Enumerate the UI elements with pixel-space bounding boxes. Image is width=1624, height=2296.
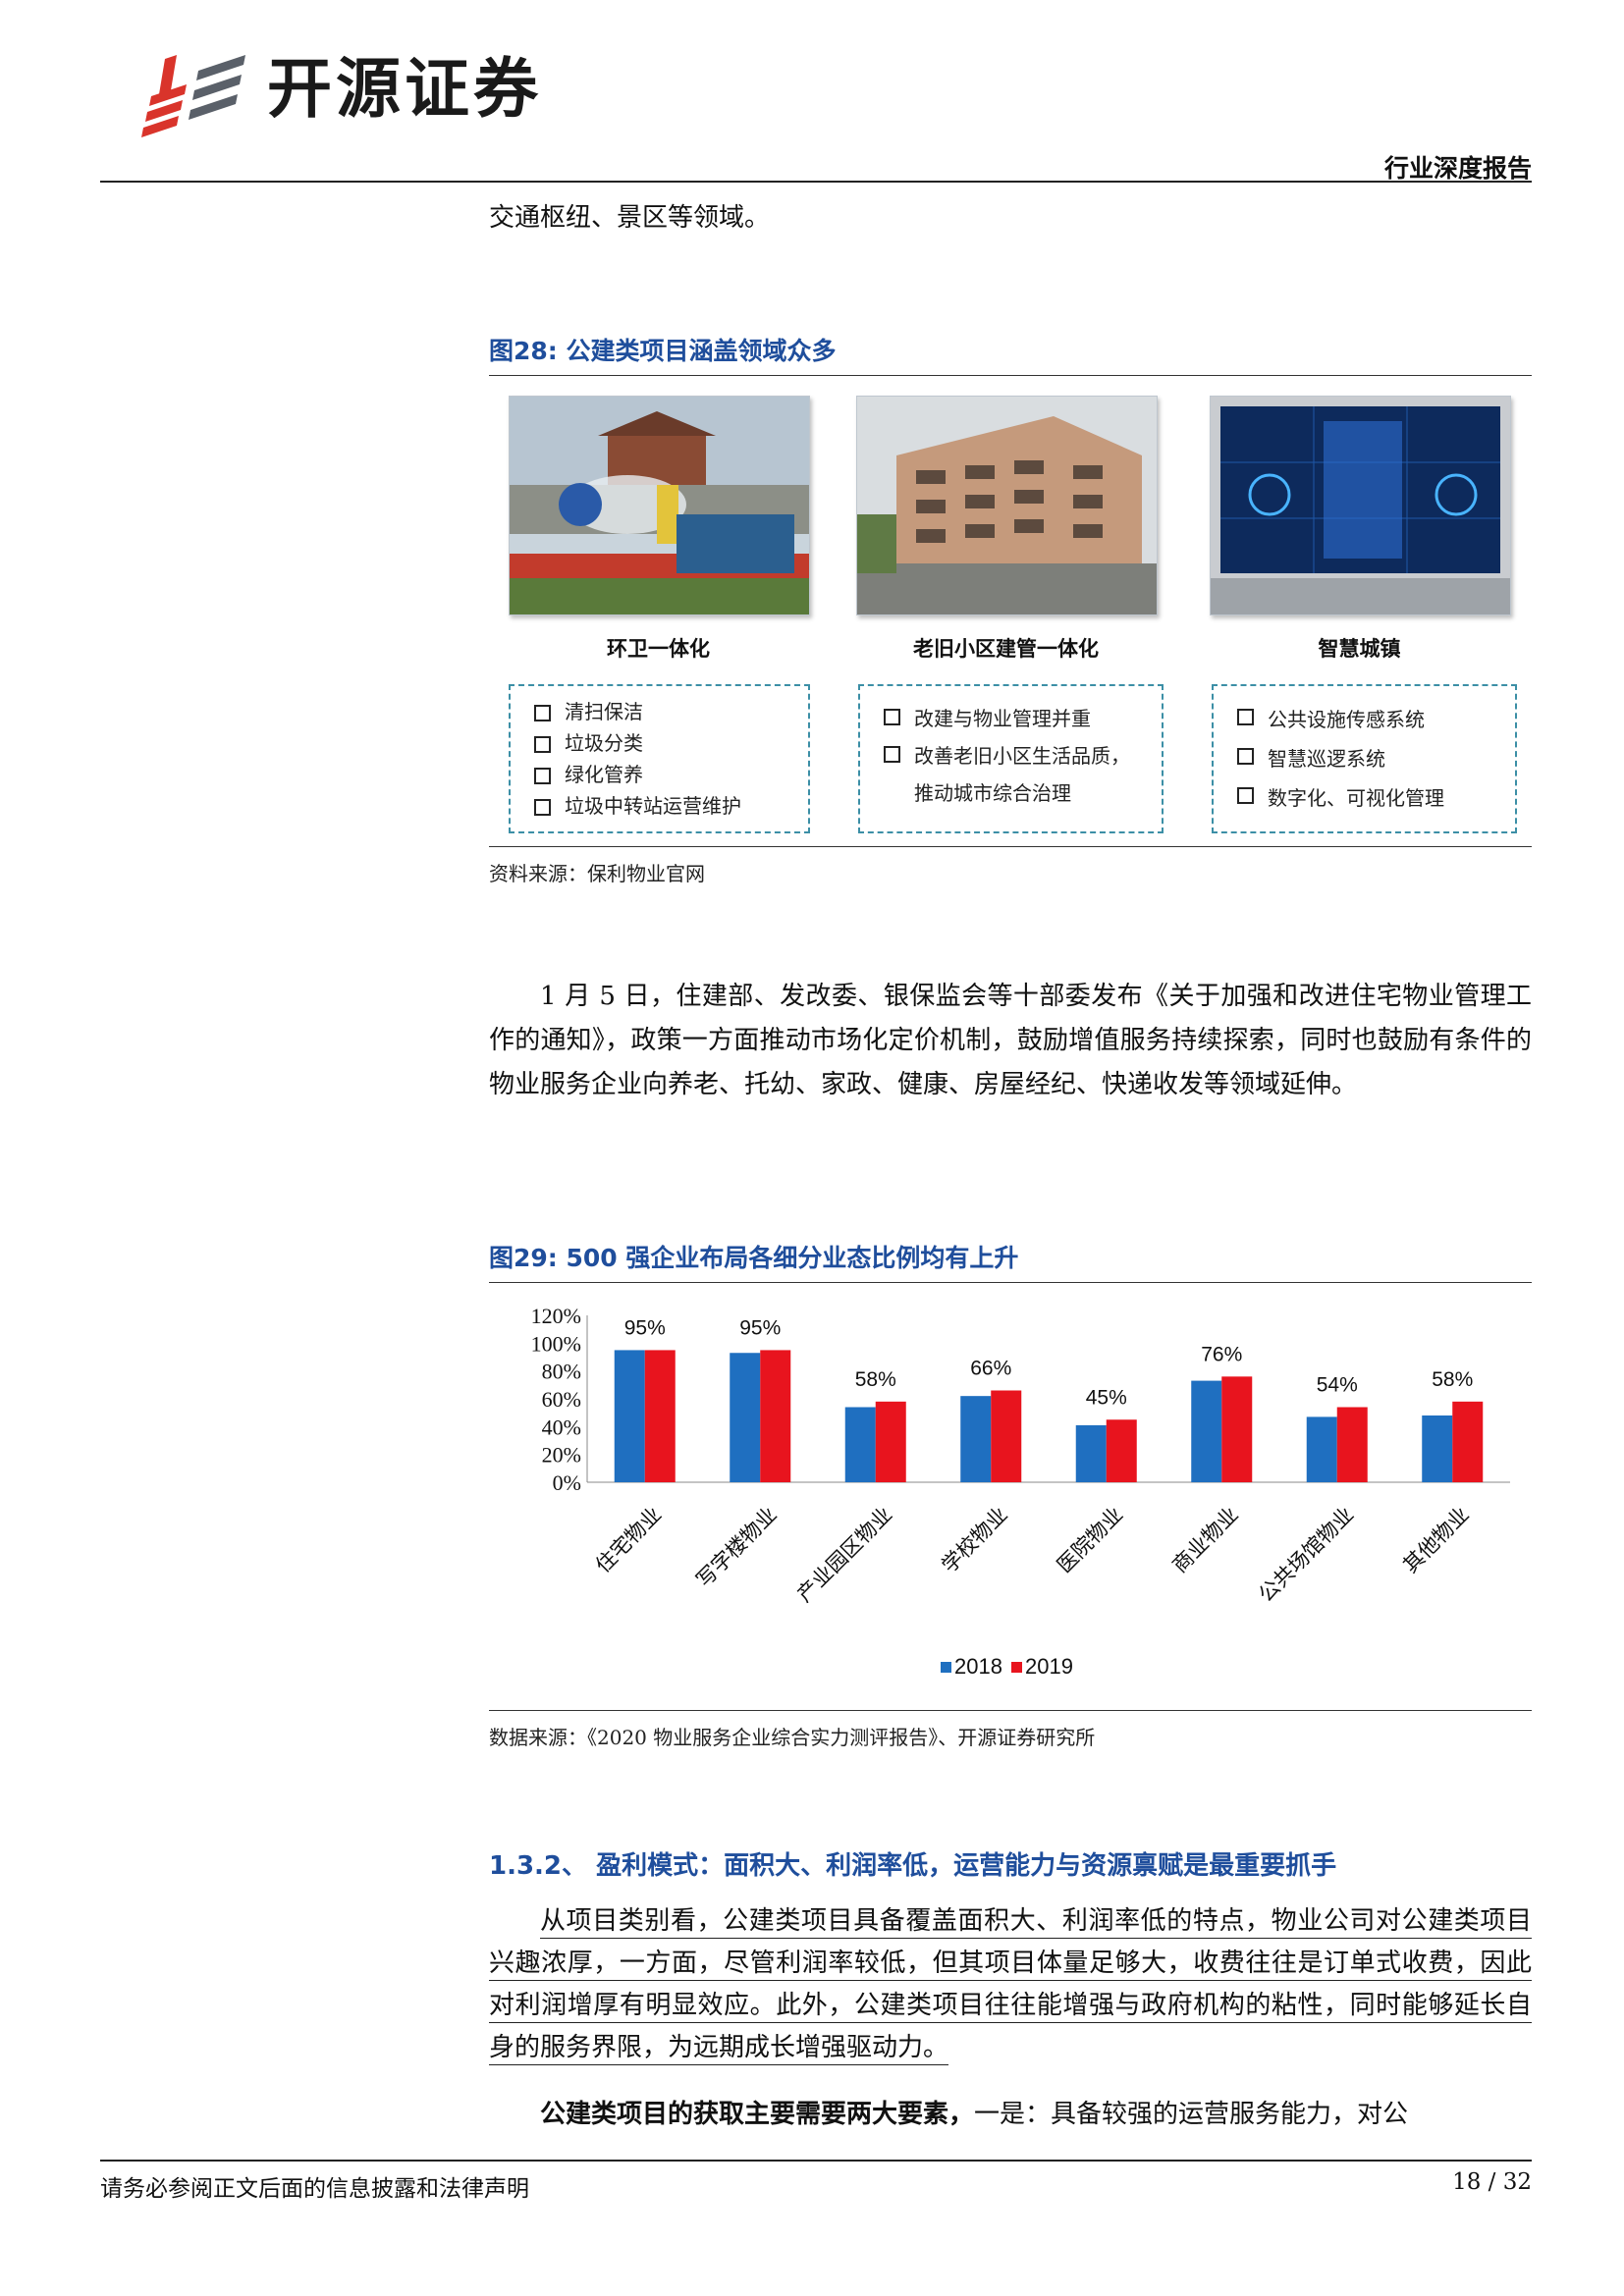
panel3-box: 公共设施传感系统 智慧巡逻系统 数字化、可视化管理 [1212, 684, 1517, 833]
smart-city-photo [1210, 396, 1511, 615]
y-tick-label: 0% [553, 1470, 581, 1495]
x-tick-label: 公共场馆物业 [1254, 1503, 1358, 1607]
y-tick-label: 100% [531, 1331, 581, 1356]
panel2-caption: 老旧小区建管一体化 [913, 637, 1099, 661]
figure29-rule [489, 1282, 1532, 1283]
checkbox-icon [884, 709, 900, 725]
bar-2018 [1191, 1380, 1222, 1482]
bar-2019 [1106, 1419, 1137, 1482]
checkbox-icon [534, 768, 551, 784]
bar-2019 [1221, 1376, 1253, 1482]
figure28-bottom-rule [489, 846, 1532, 847]
bar-2018 [960, 1396, 992, 1482]
section-last-line: 公建类项目的获取主要需要两大要素，一是：具备较强的运营服务能力，对公 [489, 2093, 1532, 2137]
list-item: 清扫保洁 [524, 696, 794, 727]
checkbox-icon [1237, 787, 1254, 804]
bar-2019 [644, 1350, 676, 1482]
bar-2019 [991, 1390, 1022, 1482]
figure28-source: 资料来源：保利物业官网 [489, 862, 705, 885]
x-tick-label: 写字楼物业 [692, 1503, 782, 1592]
legend-label: 2018 [954, 1654, 1002, 1679]
section-lead-rest: 一是：具备较强的运营服务能力，对公 [974, 2100, 1409, 2129]
bar-2019 [875, 1401, 906, 1482]
list-item: 垃圾中转站运营维护 [524, 790, 794, 822]
page-number: 18 / 32 [1452, 2169, 1532, 2195]
bar-chart: 0%20% 40% 60% 80% 100% 120% 95% 住宅物业 95% 写字楼物业 58%… [531, 1304, 1510, 1679]
x-tick-label: 其他物业 [1398, 1503, 1473, 1577]
panel3-caption: 智慧城镇 [1318, 637, 1401, 661]
panel1-caption: 环卫一体化 [607, 637, 710, 661]
list-item: 数字化、可视化管理 [1227, 778, 1501, 818]
list-item: 公共设施传感系统 [1227, 700, 1501, 739]
bar-2018 [730, 1353, 761, 1482]
legend-label: 2019 [1025, 1654, 1073, 1679]
checkbox-icon [534, 799, 551, 816]
footer-disclaimer: 请务必参阅正文后面的信息披露和法律声明 [100, 2176, 529, 2202]
section-paragraph: 从项目类别看，公建类项目具备覆盖面积大、利润率低的特点，物业公司对公建类项目兴趣… [489, 1900, 1532, 2069]
x-tick-label: 医院物业 [1053, 1503, 1127, 1577]
list-item: 垃圾分类 [524, 727, 794, 759]
brand-name: 开源证券 [267, 51, 542, 127]
panel1-box: 清扫保洁 垃圾分类 绿化管养 垃圾中转站运营维护 [509, 684, 810, 833]
y-tick-label: 60% [542, 1387, 581, 1412]
legend-swatch [941, 1662, 951, 1673]
figure29-bottom-rule [489, 1710, 1532, 1711]
data-label: 58% [1432, 1368, 1473, 1391]
panel2-box: 改建与物业管理并重 改善老旧小区生活品质，推动城市综合治理 [858, 684, 1164, 833]
bar-2018 [1422, 1415, 1453, 1482]
bar-2019 [1452, 1401, 1484, 1482]
x-tick-label: 产业园区物业 [792, 1503, 896, 1607]
data-label: 45% [1086, 1386, 1127, 1409]
intro-line: 交通枢纽、景区等领域。 [489, 203, 771, 233]
checkbox-icon [534, 705, 551, 721]
figure28-rule [489, 375, 1532, 376]
bar-2018 [614, 1350, 645, 1482]
bar-2018 [844, 1407, 876, 1482]
checkbox-icon [884, 746, 900, 763]
data-label: 95% [739, 1316, 781, 1339]
header-rule [100, 181, 1532, 183]
list-item: 绿化管养 [524, 759, 794, 790]
y-tick-label: 40% [542, 1415, 581, 1439]
data-label: 95% [624, 1316, 666, 1339]
sanitation-photo [509, 396, 810, 615]
report-type: 行业深度报告 [1383, 154, 1532, 183]
bar-2018 [1306, 1416, 1337, 1482]
figure29-title: 图29: 500 强企业布局各细分业态比例均有上升 [489, 1244, 1019, 1272]
list-item: 智慧巡逻系统 [1227, 739, 1501, 778]
bar-2019 [1336, 1407, 1368, 1482]
data-label: 76% [1201, 1343, 1242, 1365]
list-item: 改善老旧小区生活品质，推动城市综合治理 [874, 737, 1148, 812]
bar-2019 [760, 1350, 791, 1482]
figure28-title: 图28: 公建类项目涵盖领域众多 [489, 337, 837, 365]
bar-2018 [1075, 1424, 1107, 1482]
data-label: 58% [855, 1368, 896, 1391]
data-label: 66% [970, 1358, 1011, 1380]
x-tick-label: 住宅物业 [591, 1503, 666, 1577]
old-community-photo [856, 396, 1158, 615]
data-label: 54% [1317, 1374, 1358, 1397]
checkbox-icon [534, 736, 551, 753]
x-tick-label: 商业物业 [1167, 1503, 1242, 1577]
y-tick-label: 120% [531, 1304, 581, 1328]
company-logo [141, 55, 245, 137]
section-bold-lead: 公建类项目的获取主要需要两大要素， [540, 2100, 975, 2129]
figure29-source: 数据来源：《2020 物业服务企业综合实力测评报告》、开源证券研究所 [489, 1726, 1096, 1749]
y-tick-label: 20% [542, 1443, 581, 1468]
checkbox-icon [1237, 748, 1254, 765]
footer-rule [100, 2160, 1532, 2162]
section-paragraph-text: 从项目类别看，公建类项目具备覆盖面积大、利润率低的特点，物业公司对公建类项目兴趣… [489, 1906, 1532, 2065]
y-tick-label: 80% [542, 1360, 581, 1384]
paragraph1: 1 月 5 日，住建部、发改委、银保监会等十部委发布《关于加强和改进住宅物业管理… [489, 982, 1532, 1099]
legend-swatch [1011, 1662, 1022, 1673]
x-tick-label: 学校物业 [937, 1503, 1011, 1577]
list-item: 改建与物业管理并重 [874, 700, 1148, 737]
checkbox-icon [1237, 709, 1254, 725]
section-title: 1.3.2、 盈利模式：面积大、利润率低，运营能力与资源禀赋是最重要抓手 [489, 1851, 1337, 1881]
